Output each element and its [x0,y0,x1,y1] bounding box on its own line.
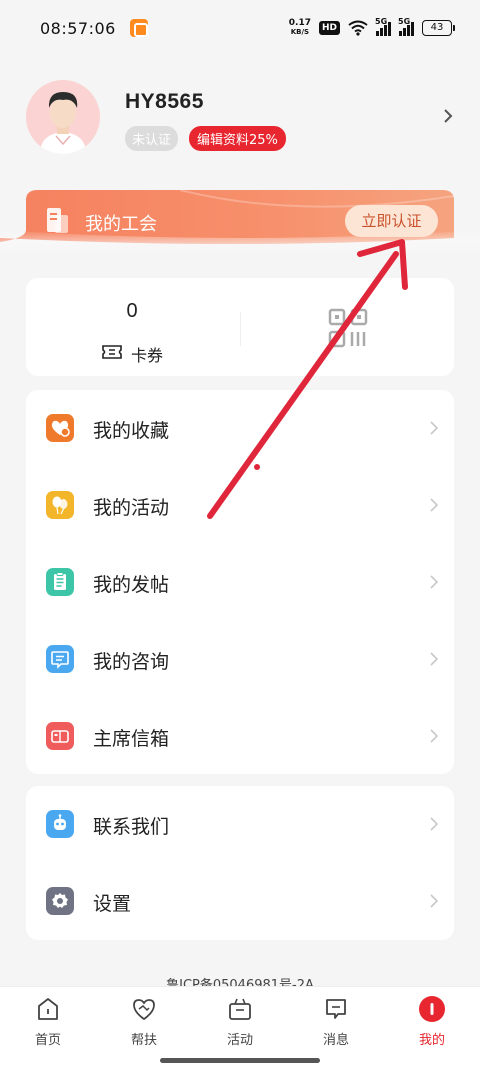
coupon-label: 卡券 [131,346,164,365]
network-speed: 0.17 KB/S [289,19,311,37]
favorite-heart-icon [46,414,74,442]
menu-label: 我的收藏 [93,420,170,442]
chevron-right-icon [430,421,438,435]
menu-item-contact-us[interactable]: 联系我们 [26,786,454,863]
tab-assistance[interactable]: 帮扶 [112,995,176,1055]
status-time: 08:57:06 [40,18,116,38]
status-indicators: 0.17 KB/S HD 5G 5G 43 [289,17,455,37]
menu-item-settings[interactable]: 设置 [26,863,454,940]
tab-activities[interactable]: 活动 [208,995,272,1055]
coupon-ticket-icon [102,345,122,359]
status-bar: 08:57:06 0.17 KB/S HD 5G 5G 43 [0,0,480,56]
username: HY8565 [125,90,204,113]
signal-icon-1: 5G [375,17,391,36]
signal-icon-2: 5G [398,17,414,36]
menu-label: 设置 [93,893,132,915]
menu-card-primary: 我的收藏 我的活动 我的发帖 我的咨询 主席信箱 [26,390,454,774]
tab-label: 我的 [418,1033,445,1048]
menu-item-activities[interactable]: 我的活动 [26,467,454,544]
message-icon [326,999,346,1019]
menu-label: 我的咨询 [93,651,170,673]
mailbox-icon [46,722,74,750]
robot-icon [46,810,74,838]
union-title: 我的工会 [85,214,157,235]
menu-item-consultations[interactable]: 我的咨询 [26,621,454,698]
unverified-badge: 未认证 [125,126,179,151]
menu-item-chairman-mailbox[interactable]: 主席信箱 [26,698,454,775]
gear-icon [46,887,74,915]
verify-now-button[interactable]: 立即认证 [345,205,438,237]
chat-icon [46,645,74,673]
chevron-right-icon[interactable] [442,108,454,124]
activity-bag-icon [229,998,251,1020]
tab-label: 活动 [226,1033,253,1048]
avatar-person-icon [40,92,86,154]
coupon-count: 0 [126,300,138,322]
avatar[interactable] [26,80,100,154]
balloon-icon [46,491,74,519]
menu-item-posts[interactable]: 我的发帖 [26,544,454,621]
home-icon [38,998,58,1020]
menu-label: 联系我们 [93,816,170,838]
network-speed-value: 0.17 [288,18,311,28]
profile-icon [419,996,445,1022]
clipboard-icon [46,568,74,596]
tab-profile[interactable]: 我的 [400,995,464,1055]
tab-label: 帮扶 [130,1033,157,1048]
menu-label: 我的发帖 [93,574,170,596]
menu-card-secondary: 联系我们 设置 [26,786,454,940]
wifi-icon [348,20,368,36]
coupon-card: 0 卡券 [26,278,454,376]
edit-profile-badge[interactable]: 编辑资料25% [189,126,286,151]
network-speed-unit: KB/S [290,28,310,36]
home-indicator [160,1058,320,1063]
chevron-right-icon [430,817,438,831]
chevron-right-icon [430,575,438,589]
union-document-icon [47,208,68,233]
menu-item-favorites[interactable]: 我的收藏 [26,390,454,467]
qr-code-icon[interactable] [328,308,368,348]
menu-label: 我的活动 [93,497,170,519]
menu-label: 主席信箱 [93,728,170,750]
chevron-right-icon [430,729,438,743]
battery-icon: 43 [422,20,455,36]
tab-label: 消息 [322,1033,349,1048]
handshake-icon [133,999,155,1021]
tab-messages[interactable]: 消息 [304,995,368,1055]
tab-label: 首页 [34,1033,61,1048]
divider [240,312,241,346]
tab-home[interactable]: 首页 [16,995,80,1055]
hd-icon: HD [318,21,340,35]
chevron-right-icon [430,498,438,512]
app-notification-icon [129,19,148,37]
chevron-right-icon [430,652,438,666]
profile-header[interactable]: HY8565 未认证 编辑资料25% [24,80,464,156]
chevron-right-icon [430,894,438,908]
